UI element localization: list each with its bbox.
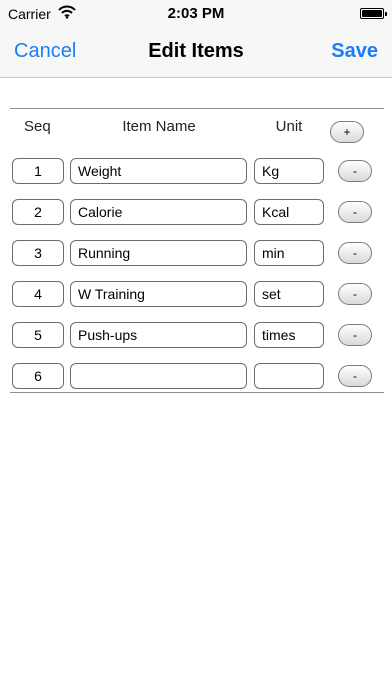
remove-item-button[interactable]: - [338,160,372,182]
seq-field[interactable] [12,158,64,184]
unit-field[interactable] [254,240,324,266]
navigation-bar: Cancel Edit Items Save [0,28,392,78]
remove-item-button[interactable]: - [338,201,372,223]
table-top-divider [10,108,384,109]
seq-field[interactable] [12,199,64,225]
remove-item-button[interactable]: - [338,365,372,387]
item-name-field[interactable] [70,199,247,225]
status-bar: Carrier 2:03 PM [0,0,392,28]
seq-field[interactable] [12,322,64,348]
remove-item-button[interactable]: - [338,283,372,305]
column-header-seq: Seq [24,118,51,135]
item-row: - [0,363,392,391]
item-row: - [0,199,392,227]
add-item-button[interactable]: + [330,121,364,143]
save-button[interactable]: Save [331,40,378,63]
remove-item-button[interactable]: - [338,324,372,346]
seq-field[interactable] [12,281,64,307]
item-name-field[interactable] [70,281,247,307]
unit-field[interactable] [254,199,324,225]
seq-field[interactable] [12,240,64,266]
table-bottom-divider [10,392,384,393]
seq-field[interactable] [12,363,64,389]
unit-field[interactable] [254,363,324,389]
battery-icon [360,8,387,19]
unit-field[interactable] [254,322,324,348]
item-row: - [0,322,392,350]
item-name-field[interactable] [70,158,247,184]
item-row: - [0,281,392,309]
unit-field[interactable] [254,158,324,184]
column-header-unit: Unit [275,118,303,135]
item-row: - [0,240,392,268]
item-row: - [0,158,392,186]
clock: 2:03 PM [167,5,225,22]
unit-field[interactable] [254,281,324,307]
column-header-item-name: Item Name [122,118,196,135]
item-name-field[interactable] [70,322,247,348]
remove-item-button[interactable]: - [338,242,372,264]
item-name-field[interactable] [70,240,247,266]
item-name-field[interactable] [70,363,247,389]
